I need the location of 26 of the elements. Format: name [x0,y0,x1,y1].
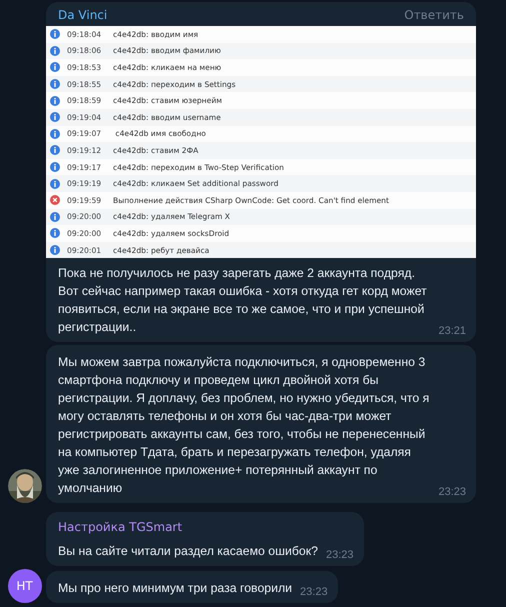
info-icon [50,145,60,156]
sender-name: Настройка TGSmart [57,519,184,534]
info-icon [50,62,60,72]
info-icon [50,228,60,238]
info-icon [50,29,60,40]
info-icon [50,162,60,172]
message-text: Мы про него минимум три раза говорили [58,580,292,598]
info-icon [50,245,60,256]
message-time: 23:21 [438,324,466,340]
message-time: 23:23 [300,585,328,600]
info-icon [50,46,60,56]
message-text: Пока не получилось не разу зарегать даже 2 аккаунта подряд. Вот сейчас например такая ошибка - хотя откуда гет корд может появиться, если на экране все то же самое, что и при успешной регистрации.. [58,265,428,336]
info-icon [50,112,60,122]
message-text: Мы можем завтра пожалуйста подключиться, я одновременно 3 смартфона подключу и проведем цикл двойной хотя бы регистрации. Я доплачу, без проблем, но нужно убедиться, что я могу оставлять телефоны и он хотя бы час-два-три может регистрировать аккаунты сам, без того, чтобы не перенесенный на компьютер Тдата, брать и перезагружать телефон, удаляя уже залогиненное приложение+ потерянный аккаунт по умолчанию [58,354,430,498]
info-icon [50,128,60,139]
error-icon [50,195,60,206]
reply-link[interactable]: Ответить [404,8,464,22]
info-icon [50,212,60,222]
info-icon [50,96,60,106]
avatar-initials: НТ [8,569,42,604]
message-text: Вы на сайте читали раздел касаемо ошибок? [58,543,318,560]
info-icon [50,178,60,189]
message-time: 23:23 [438,485,466,500]
info-icon [50,79,60,90]
sender-name: Da Vinci [58,8,108,22]
message-time: 23:23 [326,548,354,564]
